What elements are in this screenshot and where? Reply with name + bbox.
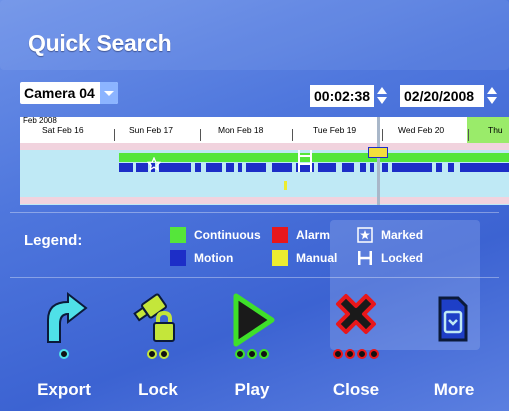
motion-swatch xyxy=(170,250,186,266)
legend-motion: Motion xyxy=(170,250,233,266)
timeline-cursor[interactable] xyxy=(377,117,380,205)
close-label: Close xyxy=(332,380,380,399)
timeline-cursor-handle[interactable] xyxy=(368,147,388,158)
timeline-day: Sun Feb 17 xyxy=(129,125,173,135)
locked-bar-icon xyxy=(298,150,312,172)
timeline-day: Mon Feb 18 xyxy=(218,125,264,135)
manual-swatch xyxy=(272,250,288,266)
continuous-recording-bar xyxy=(119,153,509,162)
motion-recording-segment xyxy=(318,163,336,172)
divider xyxy=(10,212,499,213)
motion-recording-segment xyxy=(460,163,509,172)
motion-recording-segment xyxy=(246,163,266,172)
timeline-row xyxy=(20,197,509,204)
legend-label: Locked xyxy=(381,251,424,265)
play-icon xyxy=(233,293,275,347)
motion-recording-segment xyxy=(119,163,133,172)
timeline-row xyxy=(20,143,509,150)
motion-recording-segment xyxy=(448,163,454,172)
export-label: Export xyxy=(37,380,91,399)
lock-label: Lock xyxy=(138,380,178,399)
timeline-tick xyxy=(114,129,115,141)
timeline-body[interactable] xyxy=(20,143,509,205)
timeline-month: Feb 2008 xyxy=(23,117,57,125)
legend-label: Motion xyxy=(194,251,234,265)
motion-recording-segment xyxy=(392,163,432,172)
manual-recording-mark xyxy=(284,181,287,190)
export-dots xyxy=(24,349,104,359)
timeline-tick xyxy=(382,129,383,141)
camera-select[interactable]: Camera 04 xyxy=(20,82,118,104)
legend-label: Manual xyxy=(296,251,338,265)
lock-dots xyxy=(118,349,198,359)
legend-marked: Marked xyxy=(357,227,423,243)
more-button[interactable]: More xyxy=(414,290,494,399)
alarm-swatch xyxy=(272,227,288,243)
motion-recording-segment xyxy=(342,163,354,172)
timeline-day: Sat Feb 16 xyxy=(42,125,84,135)
camera-select-value: Camera 04 xyxy=(24,85,95,101)
lock-bar-icon xyxy=(358,251,372,265)
legend-alarm: Alarm xyxy=(272,227,330,243)
marked-star-icon xyxy=(147,157,161,171)
legend-manual: Manual xyxy=(272,250,337,266)
motion-recording-segment xyxy=(382,163,388,172)
more-label: More xyxy=(433,380,475,399)
play-label: Play xyxy=(234,380,270,399)
spin-down-icon[interactable] xyxy=(487,97,497,104)
star-icon xyxy=(357,227,373,243)
motion-recording-segment xyxy=(272,163,292,172)
motion-recording-segment xyxy=(226,163,234,172)
export-button[interactable]: Export xyxy=(24,290,104,399)
legend-label: Marked xyxy=(381,228,424,242)
motion-recording-segment xyxy=(370,163,374,172)
close-button[interactable]: Close xyxy=(316,290,396,399)
time-spinner[interactable] xyxy=(376,85,388,107)
timeline-day: Tue Feb 19 xyxy=(313,125,357,135)
timeline-tick xyxy=(468,129,469,141)
motion-recording-segment xyxy=(195,163,201,172)
recording-timeline[interactable]: Feb 2008 Sat Feb 16 Sun Feb 17 Mon Feb 1… xyxy=(20,117,509,205)
date-field[interactable]: 02/20/2008 xyxy=(400,85,484,107)
timeline-day: Thu xyxy=(488,125,503,135)
play-button[interactable]: Play xyxy=(212,290,292,399)
legend-continuous: Continuous xyxy=(170,227,261,243)
close-dots xyxy=(316,349,396,359)
legend-label: Alarm xyxy=(296,228,331,242)
divider xyxy=(10,277,499,278)
motion-recording-segment xyxy=(159,163,191,172)
continuous-swatch xyxy=(170,227,186,243)
spin-up-icon[interactable] xyxy=(377,87,387,94)
date-spinner[interactable] xyxy=(486,85,498,107)
lock-camera-icon xyxy=(133,293,175,342)
legend-title: Legend: xyxy=(24,232,83,249)
more-folder-icon xyxy=(438,296,468,342)
play-dots xyxy=(212,349,292,359)
motion-recording-segment xyxy=(436,163,442,172)
chevron-down-icon[interactable] xyxy=(100,82,118,104)
motion-recording-segment xyxy=(206,163,222,172)
export-arrow-icon xyxy=(47,291,88,343)
legend-label: Continuous xyxy=(194,228,261,242)
timeline-tick xyxy=(200,129,201,141)
spin-up-icon[interactable] xyxy=(487,87,497,94)
lock-button[interactable]: Lock xyxy=(118,290,198,399)
close-x-icon xyxy=(336,294,376,334)
timeline-header: Feb 2008 Sat Feb 16 Sun Feb 17 Mon Feb 1… xyxy=(20,117,509,143)
timeline-tick xyxy=(292,129,293,141)
motion-recording-segment xyxy=(360,163,366,172)
motion-recording-segment xyxy=(238,163,242,172)
timeline-day: Wed Feb 20 xyxy=(398,125,445,135)
time-field[interactable]: 00:02:38 xyxy=(310,85,374,107)
page-title: Quick Search xyxy=(28,30,172,56)
spin-down-icon[interactable] xyxy=(377,97,387,104)
legend-locked: Locked xyxy=(357,250,423,266)
